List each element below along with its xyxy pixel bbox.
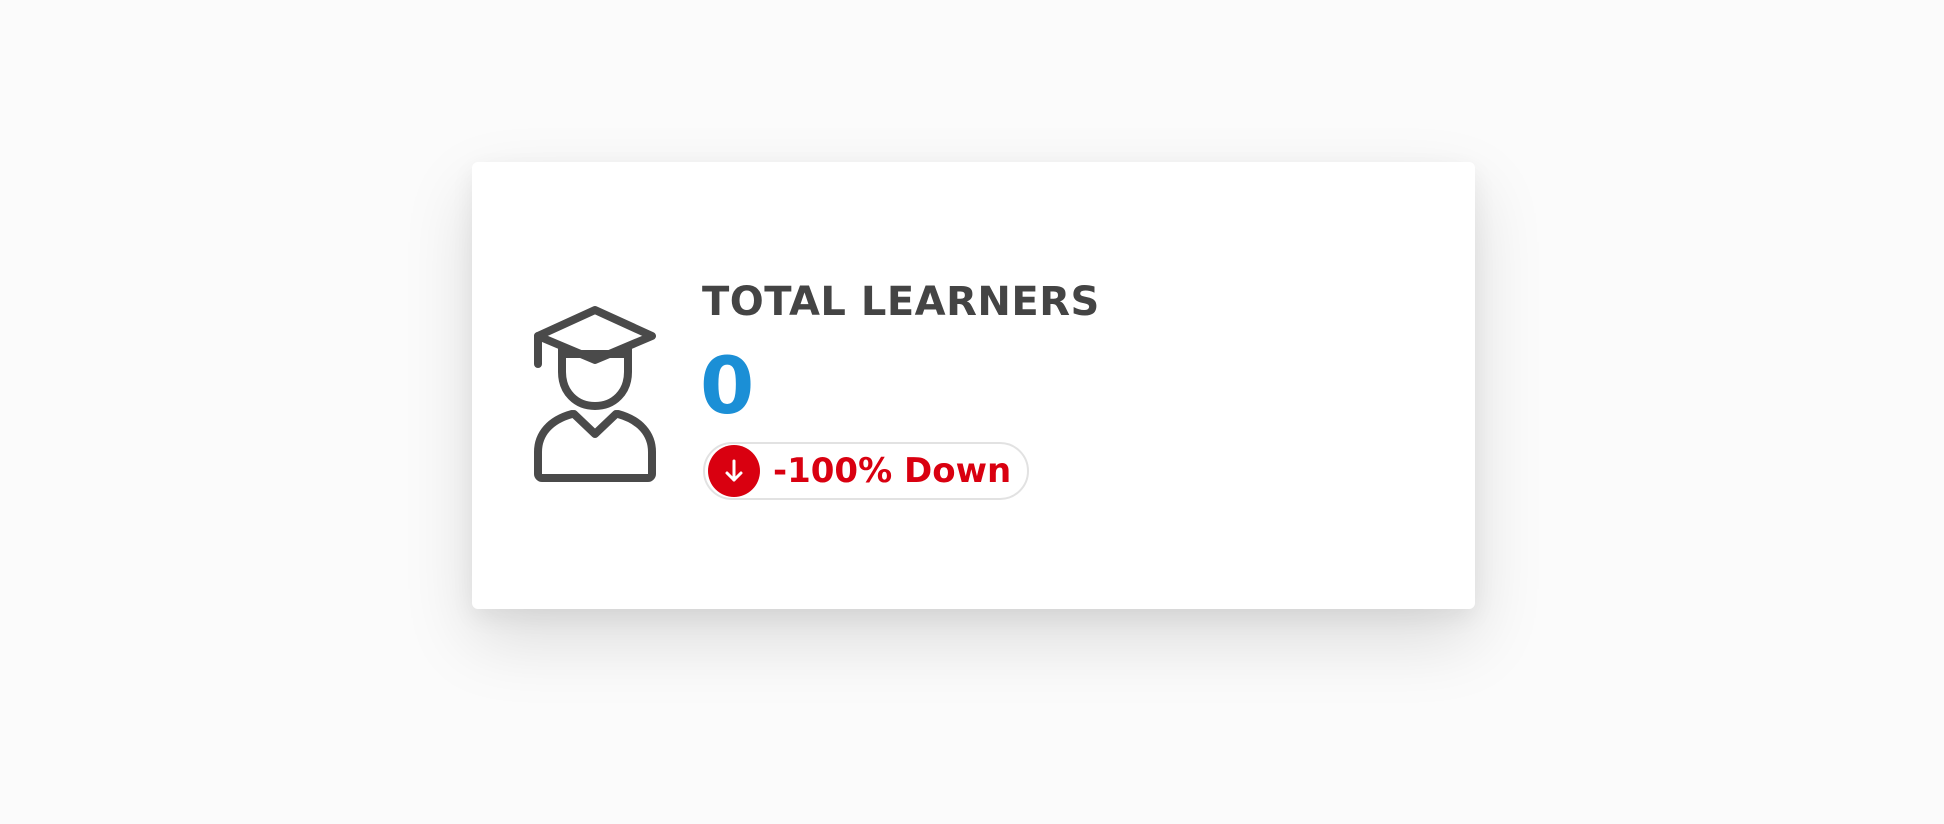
graduate-icon	[532, 302, 658, 482]
trend-label: -100% Down	[773, 451, 1012, 491]
card-title: TOTAL LEARNERS	[702, 279, 1100, 325]
trend-badge: -100% Down	[703, 442, 1030, 500]
total-learners-card: TOTAL LEARNERS 0 -100% Down	[472, 162, 1475, 609]
arrow-down-icon	[708, 445, 760, 497]
learner-count: 0	[700, 342, 755, 432]
